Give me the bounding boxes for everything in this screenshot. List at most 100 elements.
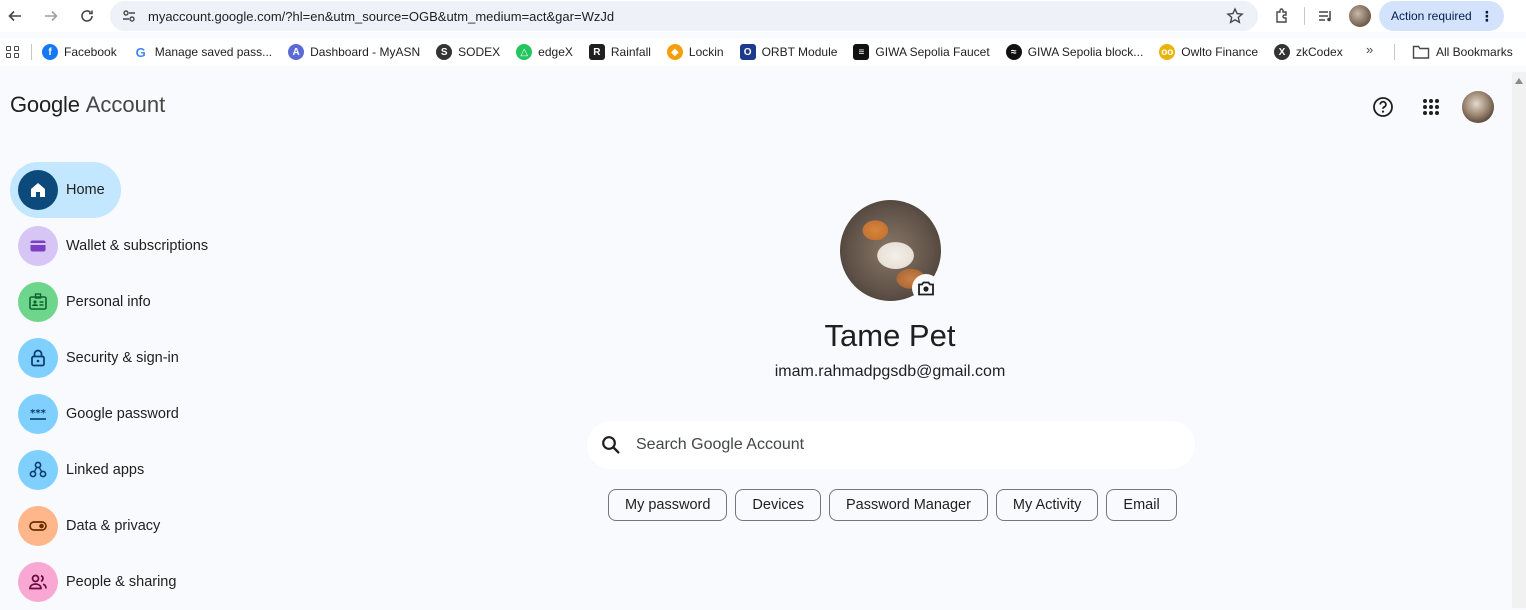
facebook-icon: f xyxy=(42,44,58,60)
brand-google: Google xyxy=(10,92,80,117)
bookmark-label: ORBT Module xyxy=(761,45,838,59)
sidebar-item-personal-info[interactable]: Personal info xyxy=(10,274,240,330)
sidebar-item-security-sign-in[interactable]: Security & sign-in xyxy=(10,330,240,386)
giwa-block-icon: ≈ xyxy=(1005,44,1022,60)
bookmark-item[interactable]: oo Owlto Finance xyxy=(1159,44,1258,60)
apps-grid-icon[interactable] xyxy=(1414,90,1448,124)
bookmark-item[interactable]: R Rainfall xyxy=(588,44,651,60)
zkcodex-icon: X xyxy=(1274,44,1290,60)
sidebar-item-label: Data & privacy xyxy=(66,518,161,534)
bookmark-item[interactable]: S SODEX xyxy=(436,44,500,60)
star-icon[interactable] xyxy=(1226,7,1244,25)
bookmark-item[interactable]: ≈ GIWA Sepolia block... xyxy=(1005,44,1144,60)
folder-icon xyxy=(1412,45,1430,59)
sidebar-item-google-password[interactable]: *** Google password xyxy=(10,386,240,442)
bookmark-item[interactable]: ◆ Lockin xyxy=(666,44,724,60)
apps-grid-icon[interactable] xyxy=(3,42,23,62)
bookmark-label: Manage saved pass... xyxy=(154,45,273,59)
google-icon: G xyxy=(132,44,149,60)
sidebar-item-home[interactable]: Home xyxy=(10,162,121,218)
action-required-button[interactable]: Action required ⋮ xyxy=(1379,1,1504,31)
chip-my-password[interactable]: My password xyxy=(608,489,728,521)
bookmark-item[interactable]: A Dashboard - MyASN xyxy=(288,44,420,60)
bookmark-label: SODEX xyxy=(458,45,501,59)
sidebar-item-label: Linked apps xyxy=(66,462,145,478)
sodex-icon: S xyxy=(436,44,453,60)
media-icon[interactable] xyxy=(1311,1,1341,31)
site-settings-icon[interactable] xyxy=(114,1,144,31)
page-scrollbar[interactable] xyxy=(1512,72,1526,608)
people-icon xyxy=(18,562,58,602)
rainfall-icon: R xyxy=(588,44,605,60)
reload-icon[interactable] xyxy=(72,1,102,31)
sidebar-item-label: Personal info xyxy=(66,294,151,310)
bookmark-label: Facebook xyxy=(64,45,117,59)
scroll-up-icon[interactable] xyxy=(1515,78,1523,84)
address-bar[interactable]: myaccount.google.com/?hl=en&utm_source=O… xyxy=(110,1,1258,31)
password-icon: *** xyxy=(18,394,58,434)
google-account-logo[interactable]: Google Account xyxy=(10,92,165,118)
bookmark-label: Owlto Finance xyxy=(1181,45,1258,59)
home-icon xyxy=(18,170,58,210)
lock-icon xyxy=(18,338,58,378)
sidebar-item-wallet-subscriptions[interactable]: Wallet & subscriptions xyxy=(10,218,240,274)
sidebar-item-label: Google password xyxy=(66,406,179,422)
giwa-faucet-icon: ≡ xyxy=(853,44,870,60)
quick-links: My password Devices Password Manager My Act… xyxy=(608,489,1177,521)
sidebar-item-people-sharing[interactable]: People & sharing xyxy=(10,554,240,610)
profile-avatar[interactable] xyxy=(1349,5,1371,27)
search-input[interactable] xyxy=(636,436,1136,454)
chip-email[interactable]: Email xyxy=(1106,489,1177,521)
brand-account: Account xyxy=(85,92,166,117)
bookmark-label: Rainfall xyxy=(610,45,651,59)
bookmark-label: zkCodex xyxy=(1296,45,1343,59)
url-text[interactable]: myaccount.google.com/?hl=en&utm_source=O… xyxy=(148,9,614,24)
toolbar-separator xyxy=(1304,7,1305,25)
back-icon[interactable] xyxy=(0,1,30,31)
help-icon[interactable] xyxy=(1366,90,1400,124)
lockin-icon: ◆ xyxy=(666,44,683,60)
bookmarks-divider xyxy=(1394,44,1395,60)
forward-icon[interactable] xyxy=(36,1,66,31)
search-icon xyxy=(602,436,620,454)
bookmark-item[interactable]: G Manage saved pass... xyxy=(132,44,273,60)
bookmark-label: GIWA Sepolia Faucet xyxy=(875,45,990,59)
chip-devices[interactable]: Devices xyxy=(735,489,821,521)
bookmarks-overflow-button[interactable]: » xyxy=(1366,42,1373,57)
sidebar-item-label: People & sharing xyxy=(66,574,177,590)
sidebar-item-data-privacy[interactable]: Data & privacy xyxy=(10,498,240,554)
chip-password-manager[interactable]: Password Manager xyxy=(829,489,988,521)
account-avatar[interactable] xyxy=(1462,91,1494,123)
edgex-icon: △ xyxy=(516,44,533,60)
extensions-icon[interactable] xyxy=(1268,1,1298,31)
action-required-label: Action required xyxy=(1391,9,1472,23)
camera-icon[interactable] xyxy=(912,274,940,302)
linked-apps-icon xyxy=(18,450,58,490)
account-page: Google Account Home Wallet & subscription… xyxy=(0,72,1512,608)
bookmark-item[interactable]: O ORBT Module xyxy=(739,44,838,60)
bookmark-item[interactable]: △ edgeX xyxy=(516,44,573,60)
bookmarks-divider xyxy=(31,44,32,60)
bookmark-item[interactable]: XzkCodex xyxy=(1274,44,1343,60)
svg-text:***: *** xyxy=(30,408,46,419)
bookmark-label: edgeX xyxy=(538,45,573,59)
bookmark-label: Dashboard - MyASN xyxy=(310,45,421,59)
search-box[interactable] xyxy=(587,421,1195,469)
all-bookmarks-button[interactable]: All Bookmarks xyxy=(1394,38,1513,66)
profile-email: imam.rahmadpgsdb@gmail.com xyxy=(774,363,1006,380)
sidebar-item-label: Wallet & subscriptions xyxy=(66,238,209,254)
id-card-icon xyxy=(18,282,58,322)
bookmark-item[interactable]: f Facebook xyxy=(42,44,117,60)
bookmarks-bar: f Facebook G Manage saved pass... A Dashboard… xyxy=(0,38,1526,66)
toggle-icon xyxy=(18,506,58,546)
kebab-icon: ⋮ xyxy=(1479,8,1494,24)
chip-my-activity[interactable]: My Activity xyxy=(995,489,1099,521)
bookmark-label: GIWA Sepolia block... xyxy=(1027,45,1144,59)
browser-toolbar: myaccount.google.com/?hl=en&utm_source=O… xyxy=(0,0,1526,32)
owlto-icon: oo xyxy=(1159,44,1176,60)
sidebar-item-label: Home xyxy=(66,182,105,198)
profile-name: Tame Pet xyxy=(824,318,956,353)
bookmark-label: Lockin xyxy=(688,45,724,59)
bookmark-item[interactable]: ≡ GIWA Sepolia Faucet xyxy=(853,44,990,60)
sidebar-item-linked-apps[interactable]: Linked apps xyxy=(10,442,240,498)
